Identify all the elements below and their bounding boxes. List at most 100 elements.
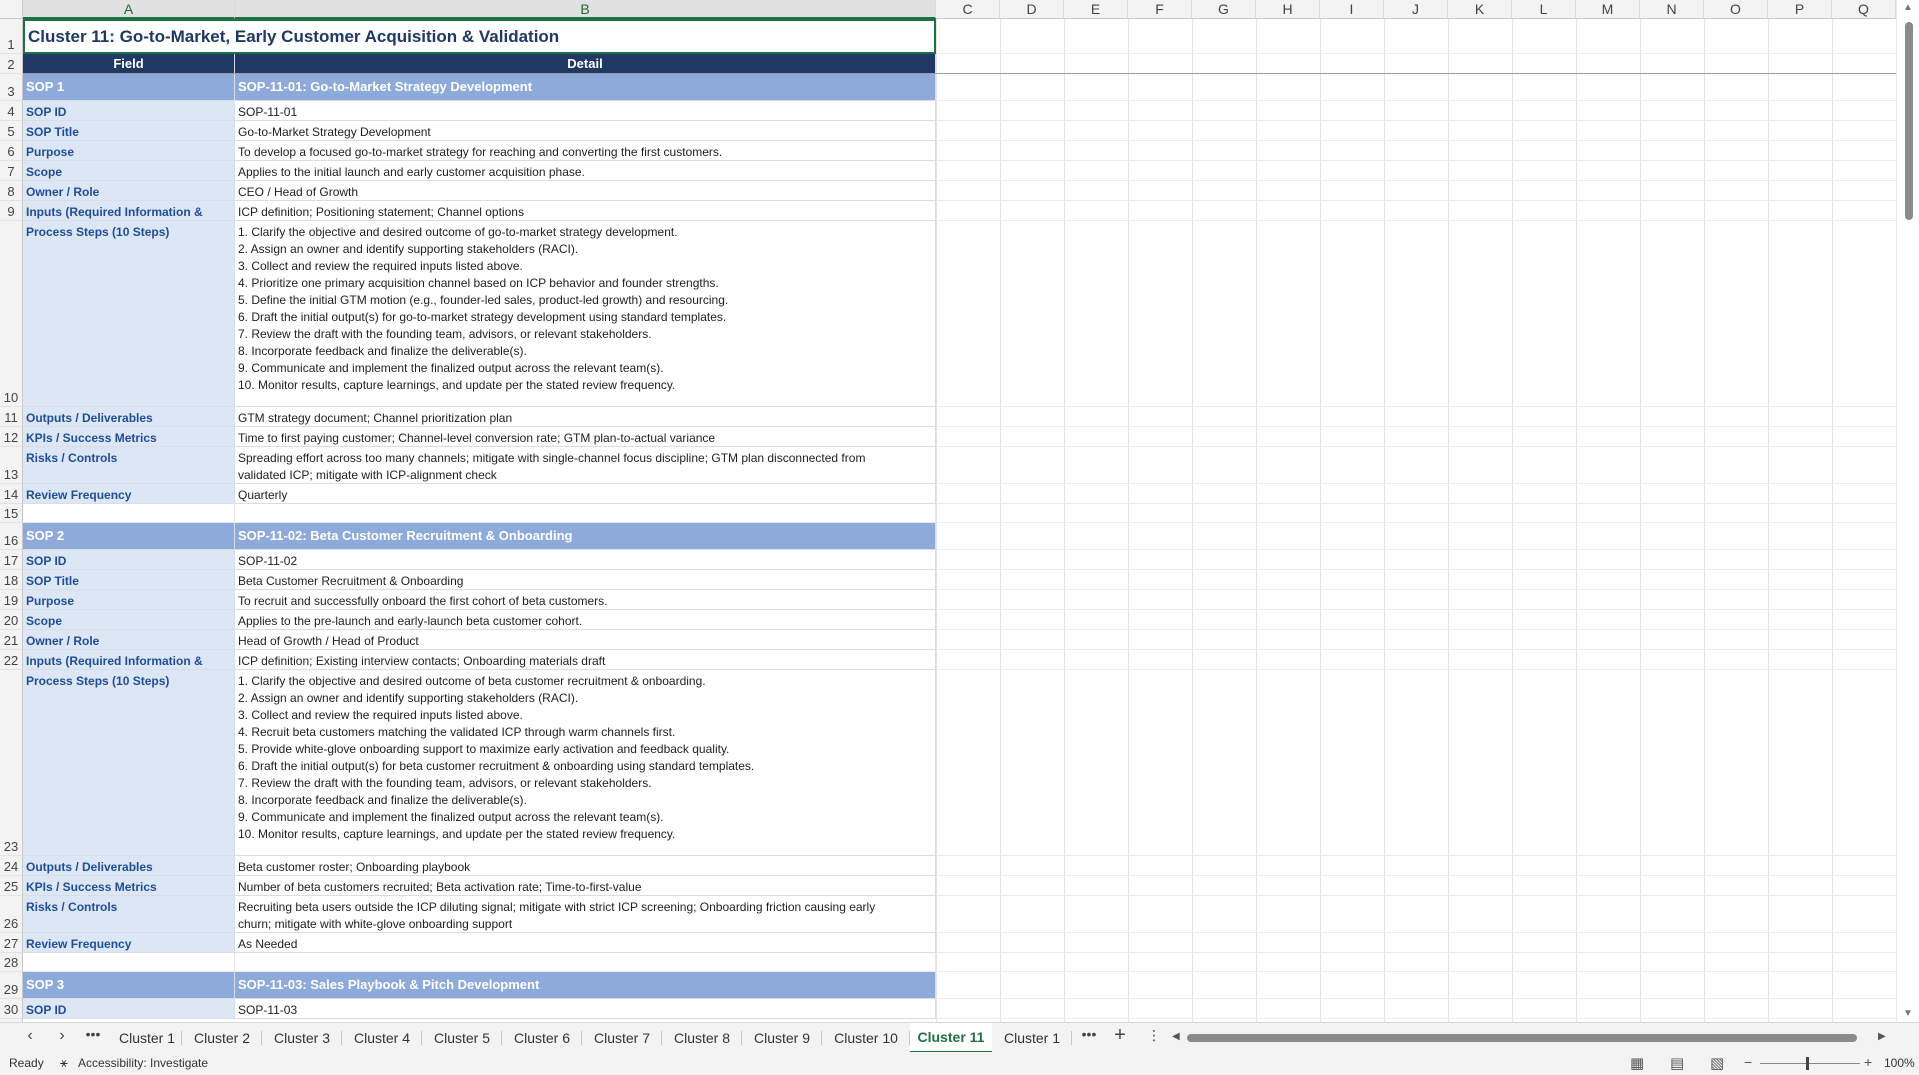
field-value[interactable]: CEO / Head of Growth: [235, 181, 936, 201]
row-header[interactable]: 23: [0, 670, 23, 856]
column-header-b[interactable]: B: [235, 0, 936, 19]
column-header-f[interactable]: F: [1128, 0, 1192, 19]
horizontal-scroll-thumb[interactable]: [1187, 1034, 1857, 1042]
hscroll-right-icon[interactable]: ▶: [1878, 1031, 1886, 1042]
tab-cluster-10[interactable]: Cluster 10: [822, 1023, 910, 1053]
field-label[interactable]: Purpose: [23, 590, 235, 610]
field-value[interactable]: Spreading effort across too many channel…: [235, 447, 936, 484]
row-header[interactable]: 3: [0, 74, 23, 101]
more-tabs-icon[interactable]: •••: [1079, 1026, 1099, 1042]
more-sheets-icon[interactable]: •••: [83, 1026, 103, 1042]
empty-cell[interactable]: [23, 953, 235, 972]
sop-band-title[interactable]: SOP-11-03: Sales Playbook & Pitch Develo…: [235, 972, 936, 999]
row-header[interactable]: 29: [0, 972, 23, 999]
field-value[interactable]: Beta Customer Recruitment & Onboarding: [235, 570, 936, 590]
field-value[interactable]: Applies to the pre-launch and early-laun…: [235, 610, 936, 630]
vertical-scroll-thumb[interactable]: [1905, 22, 1913, 220]
scroll-up-icon[interactable]: ▲: [1903, 2, 1913, 13]
zoom-in-icon[interactable]: +: [1864, 1054, 1872, 1070]
row-header[interactable]: 26: [0, 896, 23, 933]
field-label[interactable]: Inputs (Required Information &: [23, 201, 235, 221]
tab-cluster-5[interactable]: Cluster 5: [422, 1023, 502, 1053]
column-header-e[interactable]: E: [1064, 0, 1128, 19]
field-label[interactable]: Purpose: [23, 141, 235, 161]
field-label[interactable]: Review Frequency: [23, 933, 235, 953]
accessibility-status[interactable]: Accessibility: Investigate: [78, 1056, 208, 1070]
row-header[interactable]: 27: [0, 933, 23, 953]
spreadsheet-grid[interactable]: A B C D E F G H I J K L M N O P Q 1 2 3 4 5 6 7 8 9 10 11 12 13 14 15 16…: [0, 0, 1919, 1022]
hscroll-left-icon[interactable]: ◀: [1172, 1031, 1180, 1042]
row-header[interactable]: 30: [0, 999, 23, 1019]
empty-cell[interactable]: [235, 953, 936, 972]
field-value[interactable]: SOP-11-03: [235, 999, 936, 1019]
process-steps[interactable]: 1. Clarify the objective and desired out…: [235, 221, 936, 407]
sheet-title[interactable]: Cluster 11: Go-to-Market, Early Customer…: [23, 19, 936, 54]
tab-cluster-1[interactable]: Cluster 1: [112, 1023, 182, 1053]
field-label[interactable]: KPIs / Success Metrics: [23, 876, 235, 896]
field-label[interactable]: Owner / Role: [23, 630, 235, 650]
row-header[interactable]: 17: [0, 550, 23, 570]
vertical-scrollbar[interactable]: ▲ ▼: [1896, 0, 1919, 1022]
field-label[interactable]: Risks / Controls: [23, 447, 235, 484]
row-header[interactable]: 7: [0, 161, 23, 181]
add-sheet-icon[interactable]: +: [1110, 1024, 1130, 1047]
field-value[interactable]: Go-to-Market Strategy Development: [235, 121, 936, 141]
tab-scroll-left-icon[interactable]: ‹: [20, 1027, 40, 1045]
field-label[interactable]: SOP ID: [23, 999, 235, 1019]
empty-cell[interactable]: [23, 504, 235, 523]
sheet-options-icon[interactable]: ⋮: [1144, 1027, 1164, 1044]
row-header[interactable]: 11: [0, 407, 23, 427]
field-value[interactable]: ICP definition; Existing interview conta…: [235, 650, 936, 670]
field-label[interactable]: Outputs / Deliverables: [23, 407, 235, 427]
zoom-out-icon[interactable]: −: [1744, 1054, 1752, 1070]
select-all-corner[interactable]: [0, 0, 23, 19]
zoom-slider-knob[interactable]: [1806, 1057, 1809, 1070]
row-header[interactable]: 24: [0, 856, 23, 876]
row-header[interactable]: 16: [0, 523, 23, 550]
horizontal-scrollbar[interactable]: ◀ ▶: [1170, 1031, 1890, 1045]
field-label[interactable]: Owner / Role: [23, 181, 235, 201]
field-label[interactable]: SOP ID: [23, 101, 235, 121]
row-header[interactable]: 13: [0, 447, 23, 484]
field-value[interactable]: GTM strategy document; Channel prioritiz…: [235, 407, 936, 427]
page-layout-icon[interactable]: ▤: [1670, 1054, 1684, 1072]
field-label[interactable]: Inputs (Required Information &: [23, 650, 235, 670]
row-header[interactable]: 8: [0, 181, 23, 201]
row-header[interactable]: 18: [0, 570, 23, 590]
process-steps[interactable]: 1. Clarify the objective and desired out…: [235, 670, 936, 856]
field-value[interactable]: Number of beta customers recruited; Beta…: [235, 876, 936, 896]
column-header-m[interactable]: M: [1576, 0, 1640, 19]
tab-cluster-1[interactable]: Cluster 1: [992, 1023, 1072, 1053]
field-value[interactable]: Time to first paying customer; Channel-l…: [235, 427, 936, 447]
row-header[interactable]: 9: [0, 201, 23, 221]
zoom-level[interactable]: 100%: [1884, 1056, 1915, 1070]
sop-band-label[interactable]: SOP 2: [23, 523, 235, 550]
field-value[interactable]: SOP-11-01: [235, 101, 936, 121]
row-header[interactable]: 12: [0, 427, 23, 447]
field-label[interactable]: KPIs / Success Metrics: [23, 427, 235, 447]
column-header-n[interactable]: N: [1640, 0, 1704, 19]
column-label-field[interactable]: Field: [23, 54, 235, 74]
normal-view-icon[interactable]: ▦: [1630, 1054, 1644, 1072]
sop-band-label[interactable]: SOP 3: [23, 972, 235, 999]
column-header-k[interactable]: K: [1448, 0, 1512, 19]
page-break-preview-icon[interactable]: ▧: [1710, 1054, 1724, 1072]
field-value[interactable]: To develop a focused go-to-market strate…: [235, 141, 936, 161]
column-header-i[interactable]: I: [1320, 0, 1384, 19]
field-label[interactable]: SOP Title: [23, 570, 235, 590]
field-label[interactable]: SOP ID: [23, 550, 235, 570]
field-label[interactable]: Outputs / Deliverables: [23, 856, 235, 876]
row-header[interactable]: 21: [0, 630, 23, 650]
field-label[interactable]: Review Frequency: [23, 484, 235, 504]
column-header-h[interactable]: H: [1256, 0, 1320, 19]
tab-cluster-11[interactable]: Cluster 11: [910, 1023, 992, 1053]
tab-cluster-6[interactable]: Cluster 6: [502, 1023, 582, 1053]
row-header[interactable]: 19: [0, 590, 23, 610]
field-label[interactable]: Scope: [23, 161, 235, 181]
column-header-p[interactable]: P: [1768, 0, 1832, 19]
row-header[interactable]: 10: [0, 221, 23, 407]
row-header[interactable]: 1: [0, 19, 23, 54]
row-header[interactable]: 5: [0, 121, 23, 141]
field-label[interactable]: Scope: [23, 610, 235, 630]
tab-cluster-2[interactable]: Cluster 2: [182, 1023, 262, 1053]
